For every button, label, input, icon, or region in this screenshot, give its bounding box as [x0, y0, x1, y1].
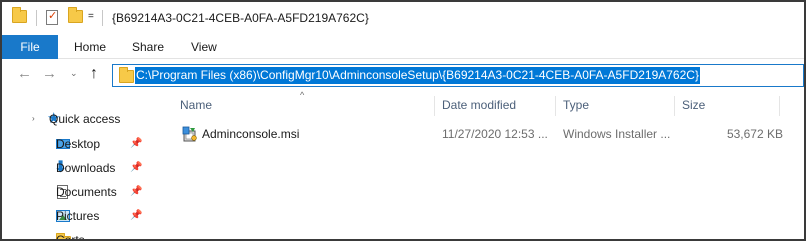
sidebar-item-documents[interactable]: Documents 📌	[22, 182, 152, 202]
sidebar-item-label: Desktop	[56, 137, 101, 151]
pin-icon[interactable]: 📌	[130, 206, 142, 226]
back-icon[interactable]: ←	[17, 66, 32, 82]
forward-icon[interactable]: →	[42, 66, 57, 82]
address-row: ← → ⌄ ↑ C:\Program Files (x86)\ConfigMgr…	[2, 60, 804, 90]
navigation-pane: › ★ Quick access Desktop 📌 ⬇ Downloads 📌…	[2, 92, 162, 241]
pin-icon[interactable]: 📌	[130, 134, 142, 154]
sidebar-item-label: Certs	[56, 233, 85, 241]
recent-locations-icon[interactable]: ⌄	[70, 68, 78, 79]
up-icon[interactable]: ↑	[90, 66, 98, 82]
sidebar-item-label: Pictures	[56, 209, 100, 223]
sidebar-item-certs[interactable]: Certs	[22, 230, 152, 241]
file-list: ^ Name Date modified Type Size Admincons…	[162, 90, 804, 239]
address-folder-icon	[119, 67, 134, 83]
tab-share[interactable]: Share	[132, 35, 164, 59]
column-header-date-modified[interactable]: Date modified	[442, 98, 516, 114]
file-type: Windows Installer ...	[563, 127, 671, 141]
file-size: 53,672 KB	[726, 127, 783, 141]
window-title: {B69214A3-0C21-4CEB-A0FA-A5FD219A762C}	[112, 11, 369, 25]
new-folder-icon[interactable]	[68, 7, 83, 23]
file-date-modified: 11/27/2020 12:53 ...	[442, 127, 548, 141]
quick-access-dropdown-icon[interactable]: =	[88, 11, 94, 22]
quick-access-separator	[36, 10, 37, 26]
column-divider[interactable]	[555, 96, 556, 116]
expand-chevron-icon[interactable]: ›	[32, 109, 35, 129]
pin-icon[interactable]: 📌	[130, 158, 142, 178]
address-path[interactable]: C:\Program Files (x86)\ConfigMgr10\Admin…	[135, 67, 700, 84]
sidebar-item-quick-access[interactable]: › ★ Quick access	[22, 109, 152, 129]
tab-home[interactable]: Home	[74, 35, 106, 59]
sidebar-item-label: Downloads	[56, 161, 116, 175]
ribbon-tabs: File Home Share View	[2, 35, 804, 59]
tab-file[interactable]: File	[2, 35, 58, 59]
sidebar-item-desktop[interactable]: Desktop 📌	[22, 134, 152, 154]
sidebar-item-label: Quick access	[49, 112, 121, 126]
sidebar-item-downloads[interactable]: ⬇ Downloads 📌	[22, 158, 152, 178]
explorer-window: = {B69214A3-0C21-4CEB-A0FA-A5FD219A762C}…	[0, 0, 806, 241]
sidebar-item-label: Documents	[56, 185, 117, 199]
tab-view[interactable]: View	[191, 35, 217, 59]
pin-icon[interactable]: 📌	[130, 182, 142, 202]
column-divider[interactable]	[434, 96, 435, 116]
sort-ascending-icon: ^	[300, 90, 305, 100]
sidebar-item-pictures[interactable]: Pictures 📌	[22, 206, 152, 226]
column-header-size[interactable]: Size	[682, 98, 705, 114]
properties-icon[interactable]	[46, 9, 58, 25]
column-header-type[interactable]: Type	[563, 98, 589, 114]
table-row[interactable]: Adminconsole.msi 11/27/2020 12:53 ... Wi…	[176, 124, 791, 146]
msi-installer-icon	[182, 126, 197, 142]
column-header-name[interactable]: Name	[180, 98, 212, 114]
title-bar: = {B69214A3-0C21-4CEB-A0FA-A5FD219A762C}	[2, 2, 804, 35]
address-bar[interactable]: C:\Program Files (x86)\ConfigMgr10\Admin…	[112, 64, 804, 87]
title-separator	[102, 10, 103, 26]
folder-icon	[12, 7, 27, 23]
column-divider[interactable]	[674, 96, 675, 116]
column-divider[interactable]	[779, 96, 780, 116]
file-name[interactable]: Adminconsole.msi	[202, 127, 299, 141]
